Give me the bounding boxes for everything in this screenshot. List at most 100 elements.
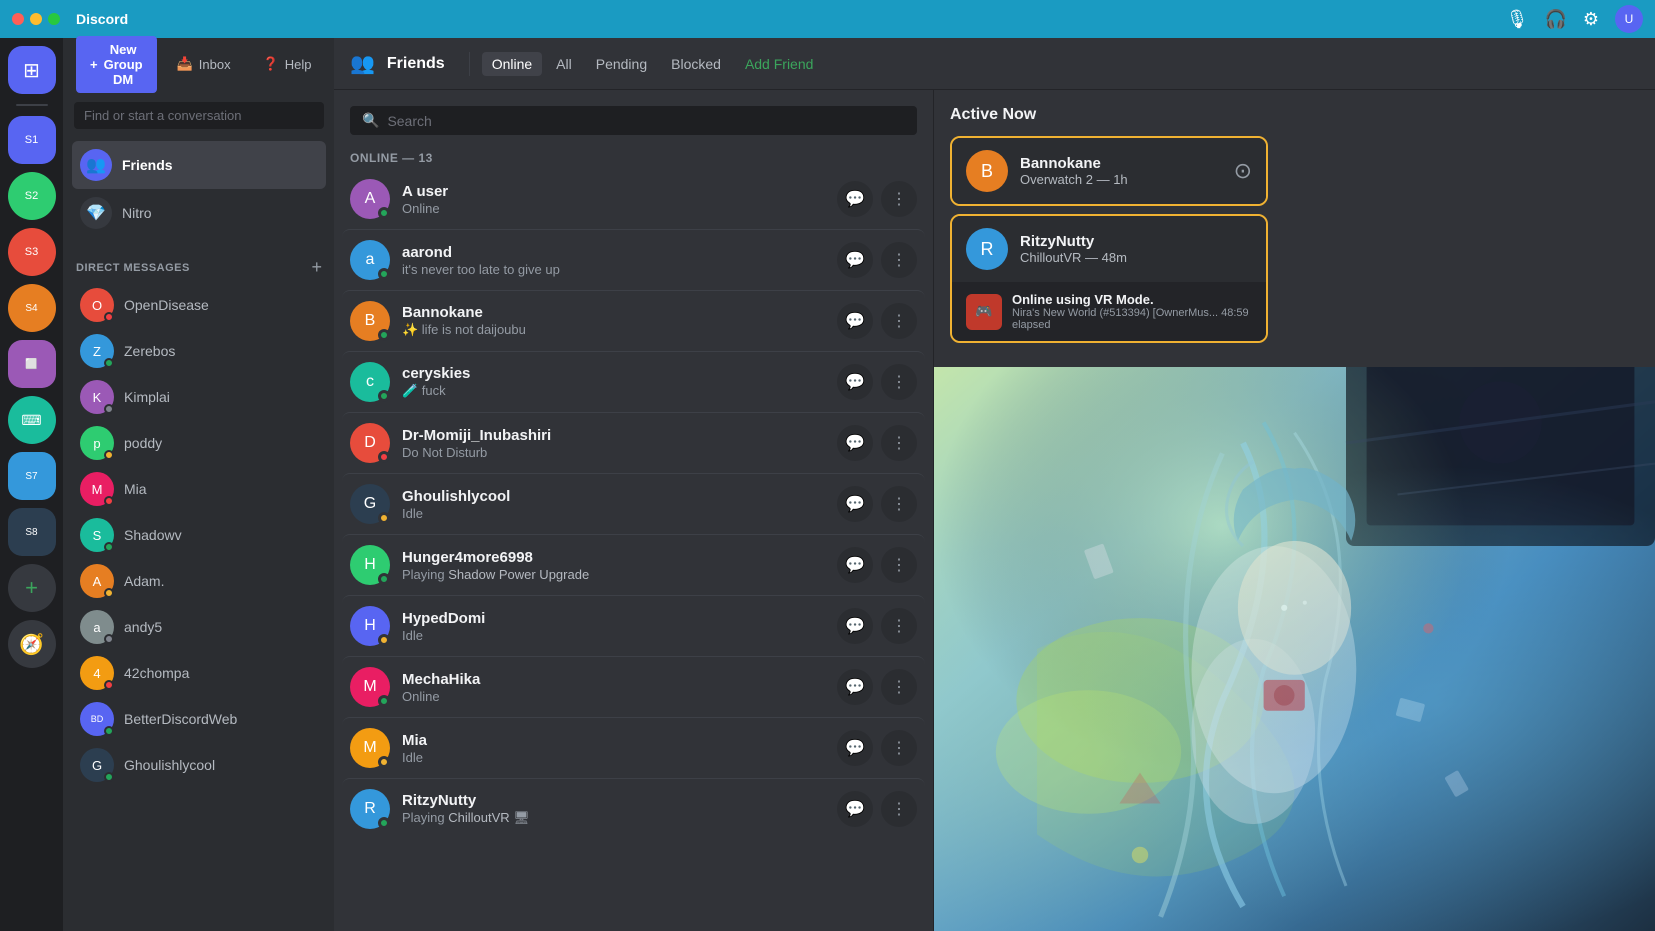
friend-item[interactable]: M Mia Idle 💬 ⋮: [342, 717, 925, 778]
server-list: ⊞ S1 S2 S3 S4 ⬜ ⌨ S7 S8 + 🧭: [0, 38, 64, 931]
friend-status-dot: [378, 634, 390, 646]
dm-item[interactable]: K Kimplai: [72, 374, 326, 420]
friend-item[interactable]: H Hunger4more6998 Playing Shadow Power U…: [342, 534, 925, 595]
inbox-button[interactable]: 📥 Inbox: [165, 50, 243, 78]
server-icon-2[interactable]: S2: [8, 172, 56, 220]
dm-status-dot: [104, 404, 114, 414]
close-button[interactable]: [12, 13, 24, 25]
dm-item[interactable]: a andy5: [72, 604, 326, 650]
help-button[interactable]: ❓ Help: [251, 50, 324, 78]
window-controls[interactable]: [12, 13, 60, 25]
tab-all[interactable]: All: [546, 52, 582, 76]
more-options-button[interactable]: ⋮: [881, 547, 917, 583]
message-friend-button[interactable]: 💬: [837, 303, 873, 339]
server-icon-6[interactable]: ⌨: [8, 396, 56, 444]
active-card-info: Bannokane Overwatch 2 — 1h: [1020, 155, 1222, 187]
tab-add-friend[interactable]: Add Friend: [735, 52, 823, 76]
friends-search-input[interactable]: [387, 113, 905, 129]
friend-actions: 💬 ⋮: [837, 425, 917, 461]
more-options-button[interactable]: ⋮: [881, 181, 917, 217]
message-friend-button[interactable]: 💬: [837, 181, 873, 217]
friend-item[interactable]: G Ghoulishlycool Idle 💬 ⋮: [342, 473, 925, 534]
dm-status-dot: [104, 772, 114, 782]
friends-nav-item[interactable]: 👥 Friends: [72, 141, 326, 189]
friend-avatar-wrap: R: [350, 789, 390, 829]
message-friend-button[interactable]: 💬: [837, 547, 873, 583]
active-card-game: ChilloutVR — 48m: [1020, 250, 1252, 265]
more-options-button[interactable]: ⋮: [881, 608, 917, 644]
friends-nav-bar: 👥 Friends Online All Pending Blocked Add…: [334, 38, 1655, 90]
friends-nav-title: Friends: [387, 55, 445, 73]
image-panel-background: [934, 367, 1655, 931]
more-options-button[interactable]: ⋮: [881, 242, 917, 278]
server-icon-7[interactable]: S7: [8, 452, 56, 500]
nitro-label: Nitro: [122, 205, 152, 221]
more-options-button[interactable]: ⋮: [881, 364, 917, 400]
friend-item[interactable]: H HypedDomi Idle 💬 ⋮: [342, 595, 925, 656]
dm-item[interactable]: S Shadowv: [72, 512, 326, 558]
message-friend-button[interactable]: 💬: [837, 730, 873, 766]
friend-name: RitzyNutty: [402, 792, 837, 809]
friends-nav-icon: 👥: [350, 51, 375, 76]
friend-item[interactable]: B Bannokane ✨ life is not daijoubu 💬 ⋮: [342, 290, 925, 351]
nitro-nav-item[interactable]: 💎 Nitro: [72, 189, 326, 237]
more-options-button[interactable]: ⋮: [881, 425, 917, 461]
home-icon-button[interactable]: ⊞: [8, 46, 56, 94]
more-options-button[interactable]: ⋮: [881, 730, 917, 766]
explore-servers-button[interactable]: 🧭: [8, 620, 56, 668]
friend-status: Idle: [402, 628, 837, 643]
message-friend-button[interactable]: 💬: [837, 669, 873, 705]
friend-item[interactable]: D Dr-Momiji_Inubashiri Do Not Disturb 💬 …: [342, 412, 925, 473]
dm-item[interactable]: Z Zerebos: [72, 328, 326, 374]
more-options-button[interactable]: ⋮: [881, 669, 917, 705]
message-friend-button[interactable]: 💬: [837, 608, 873, 644]
friends-search-box: 🔍: [350, 106, 917, 135]
message-friend-button[interactable]: 💬: [837, 425, 873, 461]
add-dm-button[interactable]: +: [311, 257, 322, 278]
server-icon-4[interactable]: S4: [8, 284, 56, 332]
message-friend-button[interactable]: 💬: [837, 364, 873, 400]
active-card-info: RitzyNutty ChilloutVR — 48m: [1020, 233, 1252, 265]
message-friend-button[interactable]: 💬: [837, 242, 873, 278]
server-icon-5[interactable]: ⬜: [8, 340, 56, 388]
dm-item[interactable]: G Ghoulishlycool: [72, 742, 326, 788]
more-options-button[interactable]: ⋮: [881, 486, 917, 522]
dm-item[interactable]: p poddy: [72, 420, 326, 466]
server-icon-3[interactable]: S3: [8, 228, 56, 276]
tab-blocked[interactable]: Blocked: [661, 52, 731, 76]
friend-avatar-wrap: G: [350, 484, 390, 524]
server-icon-1[interactable]: S1: [8, 116, 56, 164]
active-now-card-bannokane[interactable]: B Bannokane Overwatch 2 — 1h ⊙: [950, 136, 1268, 206]
friend-status: 🧪 fuck: [402, 383, 837, 399]
new-group-dm-button[interactable]: + New Group DM: [76, 36, 157, 93]
dm-item[interactable]: A Adam.: [72, 558, 326, 604]
tab-pending[interactable]: Pending: [586, 52, 657, 76]
settings-icon[interactable]: ⚙: [1583, 9, 1599, 30]
more-options-button[interactable]: ⋮: [881, 303, 917, 339]
dm-item[interactable]: M Mia: [72, 466, 326, 512]
dm-item[interactable]: O OpenDisease: [72, 282, 326, 328]
friend-item[interactable]: M MechaHika Online 💬 ⋮: [342, 656, 925, 717]
tab-online[interactable]: Online: [482, 52, 542, 76]
friend-item[interactable]: a aarond it's never too late to give up …: [342, 229, 925, 290]
minimize-button[interactable]: [30, 13, 42, 25]
maximize-button[interactable]: [48, 13, 60, 25]
dm-name: OpenDisease: [124, 297, 209, 313]
server-icon-8[interactable]: S8: [8, 508, 56, 556]
friend-item[interactable]: R RitzyNutty Playing ChilloutVR 🖥 💬 ⋮: [342, 778, 925, 839]
microphone-icon[interactable]: 🎙: [1506, 9, 1529, 30]
message-friend-button[interactable]: 💬: [837, 791, 873, 827]
add-server-button[interactable]: +: [8, 564, 56, 612]
user-avatar[interactable]: U: [1615, 5, 1643, 33]
active-now-card-ritzynutty[interactable]: R RitzyNutty ChilloutVR — 48m 🎮 Online u…: [950, 214, 1268, 343]
dm-item[interactable]: 4 42chompa: [72, 650, 326, 696]
conversation-search-input[interactable]: [74, 102, 324, 129]
headphones-icon[interactable]: 🎧: [1544, 9, 1566, 30]
friend-item[interactable]: A A user Online 💬 ⋮: [342, 169, 925, 229]
more-options-button[interactable]: ⋮: [881, 791, 917, 827]
dm-status-dot: [104, 726, 114, 736]
message-friend-button[interactable]: 💬: [837, 486, 873, 522]
friend-item[interactable]: c ceryskies 🧪 fuck 💬 ⋮: [342, 351, 925, 412]
friend-status: Playing Shadow Power Upgrade: [402, 567, 837, 582]
dm-item[interactable]: BD BetterDiscordWeb: [72, 696, 326, 742]
